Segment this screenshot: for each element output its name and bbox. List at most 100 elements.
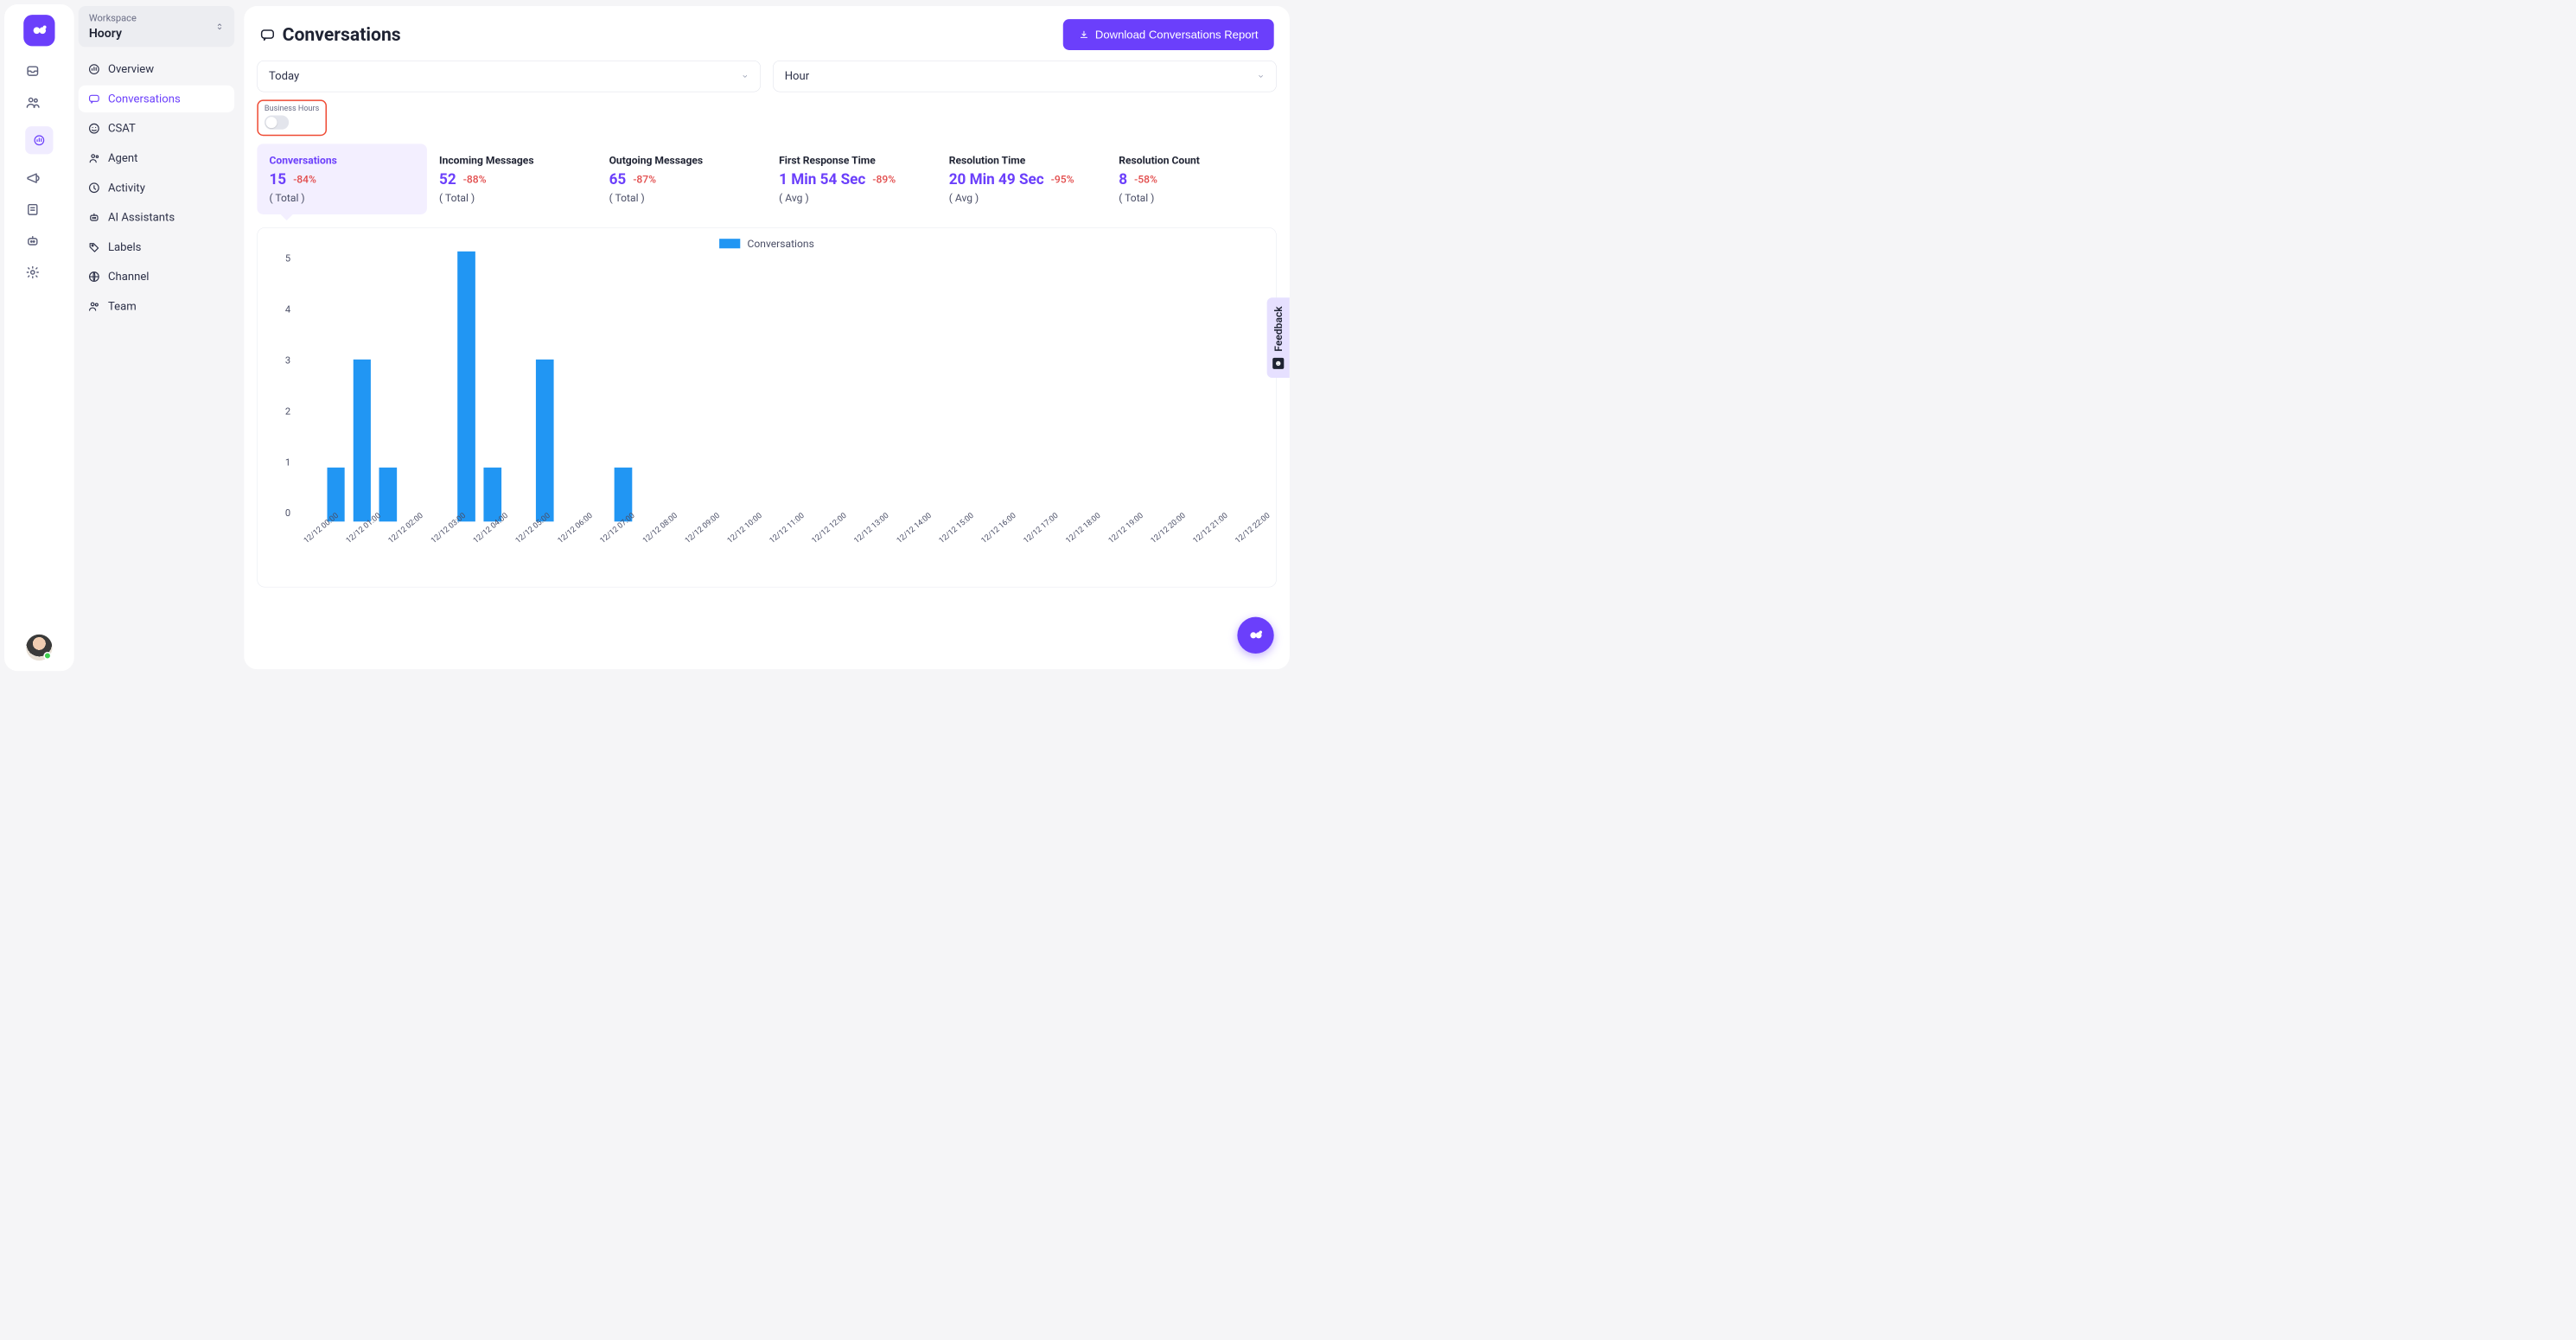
bar-col: [1081, 252, 1106, 521]
chat-icon: [88, 93, 100, 105]
rail-bot-icon[interactable]: [25, 233, 40, 248]
metric-sub: ( Avg ): [949, 192, 1094, 204]
bar: [379, 468, 398, 521]
sidebar-item-team[interactable]: Team: [79, 293, 234, 320]
tag-icon: [88, 241, 100, 253]
smile-icon: [88, 123, 100, 135]
smile-icon: ☻: [1272, 358, 1284, 369]
sidebar-item-activity[interactable]: Activity: [79, 175, 234, 201]
bar-col: [1132, 252, 1158, 521]
sidebar-item-channel[interactable]: Channel: [79, 263, 234, 290]
grouping-dropdown[interactable]: Hour: [773, 61, 1277, 92]
sidebar-item-labels[interactable]: Labels: [79, 233, 234, 260]
sidebar-item-label: Team: [108, 300, 137, 313]
metric-delta: -89%: [872, 174, 896, 186]
x-tick: 12/12 23:00: [1276, 511, 1277, 546]
bar-col: [715, 252, 741, 521]
rail-campaigns-icon[interactable]: [25, 171, 40, 186]
sidebar-item-agent[interactable]: Agent: [79, 144, 234, 171]
metric-delta: -58%: [1134, 174, 1157, 186]
bar-col: [662, 252, 688, 521]
metric-card-first_response[interactable]: First Response Time1 Min 54 Sec-89%( Avg…: [767, 144, 937, 214]
bar-col: [923, 252, 949, 521]
bar-col: [427, 252, 453, 521]
metric-card-conversations[interactable]: Conversations15-84%( Total ): [257, 144, 427, 214]
rail-reports-icon[interactable]: [25, 126, 53, 154]
y-tick: 2: [285, 406, 290, 418]
download-report-button[interactable]: Download Conversations Report: [1063, 19, 1274, 50]
metric-card-resolution_count[interactable]: Resolution Count8-58%( Total ): [1106, 144, 1277, 214]
app-logo[interactable]: [23, 15, 54, 46]
sidebar-item-label: Agent: [108, 151, 137, 164]
bar-col: [793, 252, 819, 521]
sidebar-item-ai-assistants[interactable]: AI Assistants: [79, 204, 234, 231]
hoory-logo-icon: [29, 21, 49, 41]
metric-title: Incoming Messages: [439, 154, 584, 166]
bar-col: [401, 252, 427, 521]
sidebar-item-label: Channel: [108, 270, 149, 283]
metric-title: First Response Time: [779, 154, 924, 166]
feedback-tab[interactable]: Feedback ☻: [1267, 297, 1290, 378]
clock-icon: [88, 182, 100, 194]
bar: [457, 252, 475, 521]
nav-rail: [4, 4, 74, 671]
sidebar-item-conversations[interactable]: Conversations: [79, 86, 234, 112]
bar-col: [688, 252, 714, 521]
metric-sub: ( Avg ): [779, 192, 924, 204]
metric-delta: -84%: [293, 174, 316, 186]
workspace-switcher[interactable]: Workspace Hoory: [79, 6, 234, 47]
nav-list: Overview Conversations CSAT Agent Activity AI…: [79, 56, 234, 320]
bar-col: [767, 252, 793, 521]
sidebar-item-overview[interactable]: Overview: [79, 56, 234, 83]
metric-value: 8: [1119, 171, 1127, 188]
bar-col: [636, 252, 662, 521]
download-icon: [1079, 29, 1089, 40]
y-axis: 543210: [271, 252, 296, 521]
rail-library-icon[interactable]: [25, 202, 40, 217]
download-label: Download Conversations Report: [1095, 28, 1259, 41]
bar-col: [950, 252, 976, 521]
chevron-down-icon: [1257, 73, 1265, 80]
y-tick: 3: [285, 355, 290, 367]
bar-col: [506, 252, 532, 521]
bar-col: [1158, 252, 1184, 521]
legend-label: Conversations: [748, 238, 814, 250]
channel-icon: [88, 271, 100, 283]
metric-sub: ( Total ): [439, 192, 584, 204]
bar-col: [375, 252, 401, 521]
bar: [484, 468, 502, 521]
metric-card-outgoing[interactable]: Outgoing Messages65-87%( Total ): [596, 144, 767, 214]
y-tick: 4: [285, 304, 290, 316]
rail-inbox-icon[interactable]: [25, 64, 40, 79]
metric-sub: ( Total ): [609, 192, 755, 204]
bar-col: [349, 252, 375, 521]
workspace-label: Workspace: [89, 13, 137, 24]
business-hours-toggle[interactable]: [265, 116, 289, 130]
bar: [536, 360, 554, 521]
bar-col: [322, 252, 348, 521]
help-fab[interactable]: [1237, 617, 1273, 654]
metric-card-incoming[interactable]: Incoming Messages52-88%( Total ): [427, 144, 597, 214]
metric-value: 15: [269, 171, 286, 188]
legend-swatch: [719, 239, 740, 248]
bar-col: [1106, 252, 1132, 521]
metric-card-resolution_time[interactable]: Resolution Time20 Min 49 Sec-95%( Avg ): [937, 144, 1107, 214]
sidebar-item-label: AI Assistants: [108, 211, 175, 224]
chart-card: Conversations 543210 12/12 00:0012/12 01…: [257, 227, 1276, 587]
bot-icon: [88, 211, 100, 223]
business-hours-label: Business Hours: [265, 104, 319, 113]
metric-title: Resolution Time: [949, 154, 1094, 166]
rail-contacts-icon[interactable]: [25, 95, 40, 110]
bar-col: [1185, 252, 1211, 521]
chevrons-up-down-icon: [215, 22, 224, 31]
page-title: Conversations: [283, 24, 401, 46]
date-range-dropdown[interactable]: Today: [257, 61, 761, 92]
toggle-knob: [265, 117, 277, 128]
rail-settings-icon[interactable]: [25, 265, 40, 279]
date-range-value: Today: [269, 70, 299, 83]
user-avatar[interactable]: [26, 635, 52, 660]
sidebar-item-csat[interactable]: CSAT: [79, 115, 234, 142]
metric-delta: -87%: [633, 174, 656, 186]
y-tick: 0: [285, 508, 290, 520]
presence-online-dot: [43, 652, 51, 660]
